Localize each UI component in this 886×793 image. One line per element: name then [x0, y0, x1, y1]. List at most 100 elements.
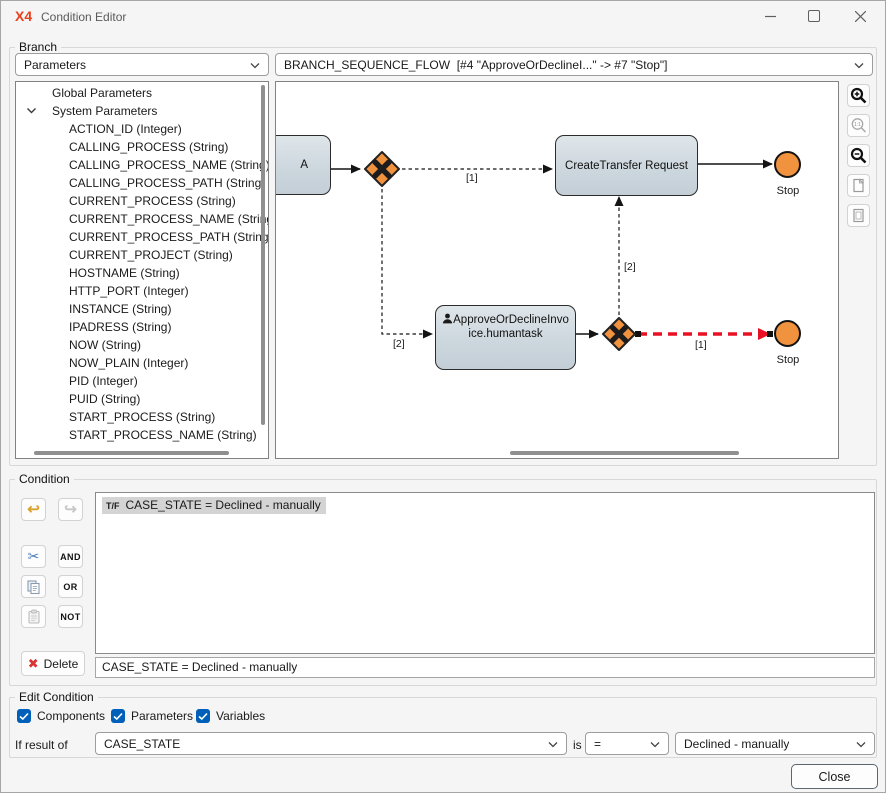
- is-label: is: [573, 738, 582, 752]
- branch-category-value: Parameters: [24, 58, 86, 72]
- delete-x-icon: ✖: [28, 656, 39, 672]
- copy-icon: [26, 579, 41, 594]
- gateway-xor-top[interactable]: [363, 150, 401, 188]
- maximize-button[interactable]: [793, 1, 835, 31]
- undo-button[interactable]: ↩: [21, 498, 46, 521]
- window-title: Condition Editor: [41, 10, 126, 24]
- parameters-checkbox[interactable]: [111, 709, 125, 723]
- tree-item[interactable]: CURRENT_PROCESS (String): [69, 192, 236, 210]
- stop-event-top[interactable]: [774, 151, 801, 178]
- condition-list[interactable]: T/FCASE_STATE = Declined - manually: [95, 492, 875, 654]
- tree-item[interactable]: CALLING_PROCESS_NAME (String): [69, 156, 269, 174]
- parameter-tree: Global Parameters System Parameters ACTI…: [15, 81, 269, 459]
- tree-item[interactable]: NOW_PLAIN (Integer): [69, 354, 188, 372]
- clipboard-icon: [27, 609, 41, 624]
- and-operator-button[interactable]: AND: [58, 545, 83, 568]
- svg-text:1:1: 1:1: [854, 122, 861, 128]
- parameters-checkbox-label[interactable]: Parameters: [131, 709, 193, 724]
- tree-item[interactable]: HTTP_PORT (Integer): [69, 282, 189, 300]
- tree-item[interactable]: CALLING_PROCESS (String): [69, 138, 228, 156]
- close-window-button[interactable]: [839, 1, 881, 31]
- variables-checkbox[interactable]: [196, 709, 210, 723]
- value-combo[interactable]: Declined - manually: [675, 732, 875, 755]
- branch-category-combo[interactable]: Parameters: [15, 53, 269, 76]
- result-source-combo[interactable]: CASE_STATE: [95, 732, 567, 755]
- tree-item[interactable]: Global Parameters: [52, 84, 152, 102]
- delete-button[interactable]: ✖ Delete: [21, 651, 85, 676]
- process-diagram-canvas[interactable]: A CreateTransfer Request Stop ApproveOrD…: [275, 81, 839, 459]
- tree-item[interactable]: HOSTNAME (String): [69, 264, 180, 282]
- redo-icon: ↪: [64, 502, 77, 517]
- minimize-button[interactable]: [749, 1, 791, 31]
- tree-item[interactable]: ACTION_ID (Integer): [69, 120, 182, 138]
- diagram-horizontal-scrollbar[interactable]: [510, 451, 739, 455]
- edge-label: [2]: [623, 261, 637, 273]
- tree-horizontal-scrollbar[interactable]: [34, 451, 229, 455]
- chevron-down-icon: [854, 62, 864, 69]
- scissors-icon: ✂: [28, 548, 40, 565]
- tree-item[interactable]: INSTANCE (String): [69, 300, 171, 318]
- task-node-approve-invoice[interactable]: ApproveOrDeclineInvoice.humantask: [435, 305, 576, 370]
- page-outline-icon: [851, 208, 866, 223]
- task-node-create-transfer[interactable]: CreateTransfer Request: [555, 135, 698, 196]
- stop-event-bottom[interactable]: [774, 320, 801, 347]
- edge-label: [1]: [694, 339, 708, 351]
- condition-editor-dialog: X4 Condition Editor Branch Parameters BR…: [0, 0, 886, 793]
- tree-item-system-parameters[interactable]: System Parameters: [52, 102, 157, 120]
- fit-width-button[interactable]: [847, 204, 870, 227]
- not-operator-button[interactable]: NOT: [58, 605, 83, 628]
- tree-item[interactable]: IPADRESS (String): [69, 318, 171, 336]
- chevron-down-icon: [250, 62, 260, 69]
- edit-condition-group-label: Edit Condition: [15, 690, 98, 704]
- tree-item[interactable]: PID (Integer): [69, 372, 138, 390]
- close-icon: [855, 11, 866, 22]
- variables-checkbox-label[interactable]: Variables: [216, 709, 265, 724]
- zoom-out-icon: [850, 147, 867, 164]
- fit-page-button[interactable]: [847, 174, 870, 197]
- tree-item[interactable]: CURRENT_PROJECT (String): [69, 246, 233, 264]
- cut-button[interactable]: ✂: [21, 545, 46, 568]
- title-bar: X4 Condition Editor: [1, 1, 885, 31]
- condition-preview-field[interactable]: CASE_STATE = Declined - manually: [95, 657, 875, 678]
- zoom-out-button[interactable]: [847, 144, 870, 167]
- zoom-in-icon: [850, 87, 867, 104]
- tree-item[interactable]: PUID (String): [69, 390, 140, 408]
- paste-button[interactable]: [21, 605, 46, 628]
- chevron-down-icon: [548, 741, 558, 748]
- copy-button[interactable]: [21, 575, 46, 598]
- tree-item[interactable]: CURRENT_PROCESS_NAME (String): [69, 210, 269, 228]
- check-icon: [113, 712, 123, 721]
- components-checkbox[interactable]: [17, 709, 31, 723]
- if-result-of-label: If result of: [15, 738, 68, 752]
- check-icon: [198, 712, 208, 721]
- condition-group-label: Condition: [15, 472, 74, 486]
- tree-item[interactable]: NOW (String): [69, 336, 141, 354]
- operator-combo[interactable]: =: [585, 732, 669, 755]
- true-false-badge: T/F: [106, 501, 120, 511]
- zoom-actual-size-button[interactable]: 1:1: [847, 114, 870, 137]
- check-icon: [19, 712, 29, 721]
- stop-event-top-label: Stop: [766, 185, 810, 197]
- edge-label: [1]: [465, 172, 479, 184]
- user-icon: [442, 313, 453, 324]
- gateway-xor-bottom[interactable]: [601, 316, 637, 352]
- zoom-in-button[interactable]: [847, 84, 870, 107]
- tree-item[interactable]: START_PROCESS_NAME (String): [69, 426, 257, 444]
- condition-list-item[interactable]: T/FCASE_STATE = Declined - manually: [102, 497, 326, 514]
- components-checkbox-label[interactable]: Components: [37, 709, 105, 724]
- task-node-a[interactable]: A: [275, 135, 331, 195]
- chevron-down-icon[interactable]: [26, 105, 37, 116]
- close-button[interactable]: Close: [791, 764, 878, 789]
- branch-flow-combo[interactable]: BRANCH_SEQUENCE_FLOW [#4 "ApproveOrDecli…: [275, 53, 873, 76]
- tree-item[interactable]: START_PROCESS (String): [69, 408, 215, 426]
- tree-item[interactable]: CURRENT_PROCESS_PATH (String): [69, 228, 269, 246]
- tree-item[interactable]: CALLING_PROCESS_PATH (String): [69, 174, 265, 192]
- x4-logo: X4: [15, 8, 32, 24]
- tree-vertical-scrollbar[interactable]: [261, 85, 265, 425]
- redo-button[interactable]: ↪: [58, 498, 83, 521]
- branch-flow-value: BRANCH_SEQUENCE_FLOW [#4 "ApproveOrDecli…: [284, 58, 668, 72]
- or-operator-button[interactable]: OR: [58, 575, 83, 598]
- filter-checkbox-row: Components Parameters Variables: [17, 709, 277, 725]
- stop-event-bottom-label: Stop: [766, 354, 810, 366]
- branch-group-label: Branch: [15, 40, 61, 54]
